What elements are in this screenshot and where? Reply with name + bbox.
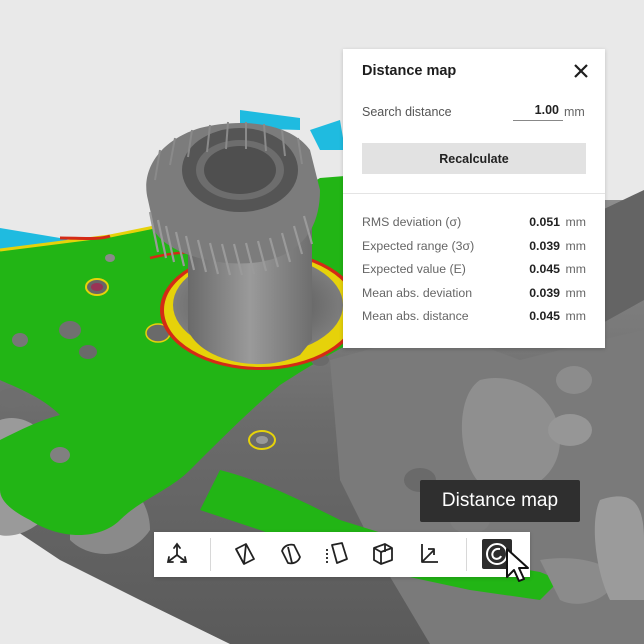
box-view-icon[interactable] bbox=[230, 539, 260, 569]
stat-value: 0.045 bbox=[529, 309, 560, 323]
search-distance-label: Search distance bbox=[362, 105, 452, 119]
search-distance-input[interactable] bbox=[513, 99, 563, 121]
axes-icon[interactable] bbox=[162, 539, 192, 569]
stat-label: RMS deviation (σ) bbox=[362, 215, 462, 229]
stat-label: Mean abs. deviation bbox=[362, 285, 473, 300]
distance-map-tooltip: Distance map bbox=[420, 480, 580, 522]
stat-value: 0.051 bbox=[529, 215, 560, 229]
toolbar-separator bbox=[466, 538, 467, 571]
stat-value: 0.039 bbox=[529, 238, 560, 253]
stat-label: Expected value (E) bbox=[362, 262, 466, 276]
toolbar-separator bbox=[210, 538, 211, 571]
stat-unit: mm bbox=[565, 309, 587, 323]
view-toolbar bbox=[154, 532, 530, 577]
distance-map-panel: Distance map Search distance mm Recalcul… bbox=[343, 49, 605, 348]
stat-row-mean-abs-deviation: Mean abs. deviation 0.039 mm bbox=[362, 286, 586, 310]
stat-row-rms-deviation: RMS deviation (σ) 0.051 mm bbox=[362, 215, 586, 239]
stat-row-mean-abs-distance: Mean abs. distance 0.045 mm bbox=[362, 309, 586, 333]
stat-value: 0.045 bbox=[529, 262, 560, 276]
panel-divider bbox=[343, 193, 605, 194]
grid-box-view-icon[interactable] bbox=[368, 539, 398, 569]
panel-title: Distance map bbox=[362, 63, 457, 79]
mouse-cursor-icon bbox=[506, 548, 529, 582]
stat-unit: mm bbox=[565, 285, 587, 300]
rounded-box-view-icon[interactable] bbox=[276, 539, 306, 569]
stat-label: Expected range (3σ) bbox=[362, 238, 475, 253]
clip-box-view-icon[interactable] bbox=[414, 539, 444, 569]
search-distance-unit: mm bbox=[564, 105, 585, 119]
stat-label: Mean abs. distance bbox=[362, 309, 469, 323]
stat-value: 0.039 bbox=[529, 285, 560, 300]
stat-unit: mm bbox=[565, 262, 587, 276]
stat-unit: mm bbox=[565, 215, 587, 229]
stat-row-expected-range: Expected range (3σ) 0.039 mm bbox=[362, 239, 586, 263]
stat-row-expected-value: Expected value (E) 0.045 mm bbox=[362, 262, 586, 286]
deviation-stats: RMS deviation (σ) 0.051 mm Expected rang… bbox=[362, 215, 586, 333]
recalculate-button[interactable]: Recalculate bbox=[362, 143, 586, 174]
dotted-box-view-icon[interactable] bbox=[322, 539, 352, 569]
close-icon[interactable] bbox=[571, 61, 591, 81]
stat-unit: mm bbox=[565, 238, 587, 253]
